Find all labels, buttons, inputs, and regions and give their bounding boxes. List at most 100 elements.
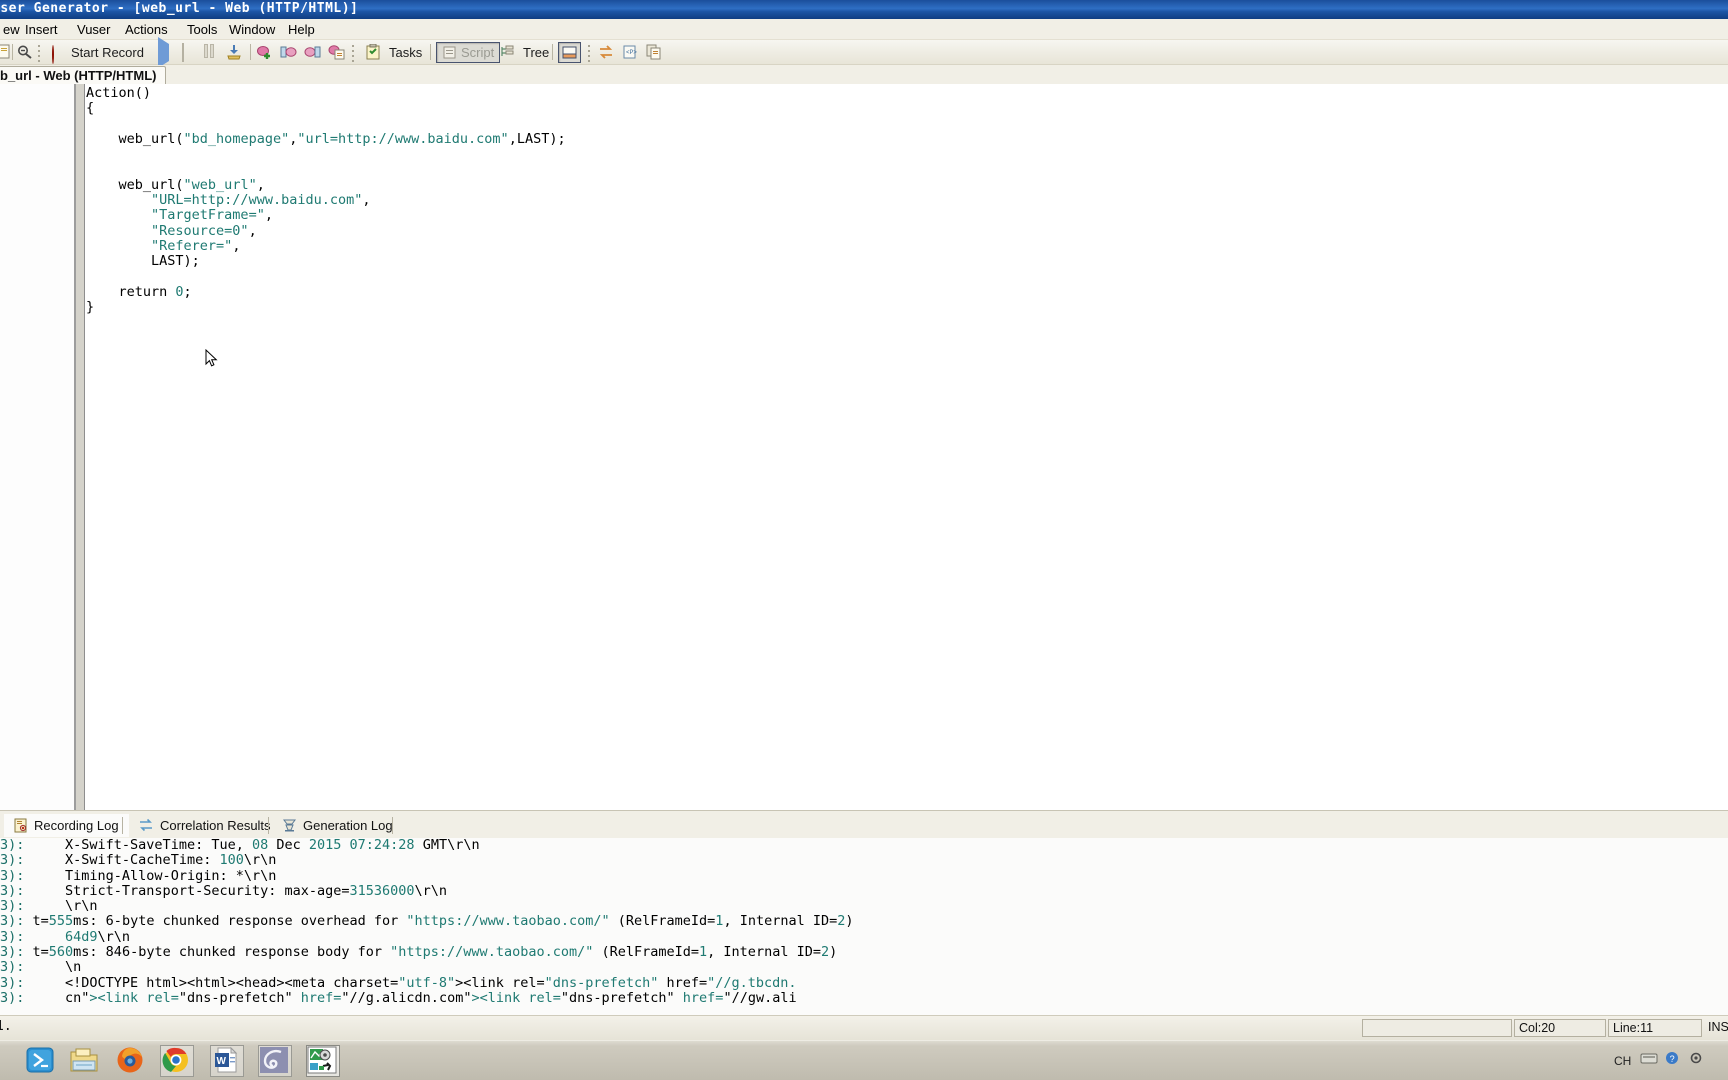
editor-divider-gutter xyxy=(84,84,85,810)
insert-start-transaction-button[interactable] xyxy=(280,42,298,63)
tree-view-toggle[interactable]: Tree xyxy=(500,42,549,63)
script-view-icon xyxy=(442,45,457,60)
title-bar: User Generator - [web_url - Web (HTTP/HT… xyxy=(0,0,1728,19)
menu-item-view[interactable]: ew xyxy=(0,21,23,38)
toolbar-separator-2 xyxy=(250,44,251,60)
taskbar-icon-powershell[interactable] xyxy=(24,1045,58,1077)
status-insert-mode: INS xyxy=(1708,1020,1728,1034)
copy-icon xyxy=(646,44,664,62)
start-record-button[interactable]: Start Record xyxy=(52,42,144,64)
text-line: "Referer=", xyxy=(151,237,241,254)
log-tab-generation-log[interactable]: Generation Log xyxy=(272,814,403,837)
tray-language-indicator[interactable]: CH xyxy=(1614,1054,1631,1068)
tasks-button[interactable]: Tasks xyxy=(366,42,422,63)
text-line: 3): X-Swift-CacheTime: 100\r\n xyxy=(0,852,277,869)
recording-log-icon xyxy=(14,818,28,833)
code-text[interactable]: Action(){ web_url("bd_homepage","url=htt… xyxy=(86,85,1728,810)
tray-help-icon[interactable]: ? xyxy=(1664,1051,1680,1068)
taskbar-icon-firefox[interactable] xyxy=(114,1045,148,1077)
taskbar-icon-microsoft-word[interactable]: W xyxy=(210,1045,244,1077)
menu-item-insert[interactable]: Insert xyxy=(22,21,61,38)
insert-start-transaction-icon xyxy=(280,44,298,62)
tray-keyboard-icon[interactable] xyxy=(1640,1051,1658,1068)
run-button[interactable] xyxy=(158,36,176,68)
taskbar-icon-vugen[interactable] xyxy=(306,1045,340,1077)
text-line: } xyxy=(86,299,95,316)
add-transaction-button[interactable] xyxy=(256,42,274,63)
log-text[interactable]: 3): X-Swift-SaveTime: Tue, 08 Dec 2015 0… xyxy=(0,838,1728,1015)
correlation-results-icon xyxy=(138,818,154,833)
parameter-icon: <P> xyxy=(622,44,640,62)
insert-end-transaction-button[interactable] xyxy=(304,42,322,63)
log-tab-label: Generation Log xyxy=(303,818,393,833)
status-left-text: 1. xyxy=(0,1019,12,1034)
text-line: LAST); xyxy=(86,253,200,270)
taskbar-icon-file-explorer[interactable] xyxy=(68,1045,102,1077)
taskbar-start-button[interactable] xyxy=(0,1045,24,1077)
start-record-label: Start Record xyxy=(71,45,144,60)
taskbar-icon-photoshop[interactable] xyxy=(258,1045,292,1077)
tree-view-label: Tree xyxy=(523,45,550,60)
split-view-toggle[interactable] xyxy=(558,42,581,63)
text-line: 3): \n xyxy=(0,959,82,976)
zoom-out-icon[interactable] xyxy=(16,42,34,63)
text-line: Action() xyxy=(86,85,152,101)
toolbar-separator xyxy=(12,44,13,60)
insert-comment-button[interactable] xyxy=(328,42,346,63)
text-line: "Resource=0", xyxy=(151,222,257,239)
script-view-label: Script xyxy=(461,45,495,60)
toolbar-grip-3[interactable] xyxy=(588,45,591,62)
insert-end-transaction-icon xyxy=(304,44,322,62)
text-line: 3): t=560ms: 846-byte chunked response b… xyxy=(0,944,838,961)
log-tab-label: Correlation Results xyxy=(160,818,271,833)
pause-icon xyxy=(204,43,222,62)
tray-settings-icon[interactable] xyxy=(1688,1051,1704,1068)
document-tab-web-url[interactable]: b_url - Web (HTTP/HTML) xyxy=(0,66,167,84)
parameter-button[interactable]: <P> xyxy=(622,42,640,63)
text-line xyxy=(86,147,1728,162)
pause-button[interactable] xyxy=(204,42,222,63)
output-log-panel: Recording Log Correlation Results Genera… xyxy=(0,810,1728,1015)
log-tab-correlation-results[interactable]: Correlation Results xyxy=(128,814,281,837)
text-line: "URL=http://www.baidu.com", xyxy=(151,192,371,209)
text-line: 3): cn"><link rel="dns-prefetch" href="/… xyxy=(0,989,797,1006)
script-view-toggle[interactable]: Script xyxy=(436,42,501,63)
download-snapshot-button[interactable] xyxy=(226,42,244,63)
swap-button[interactable] xyxy=(598,42,616,63)
status-line-indicator: Line:11 xyxy=(1608,1019,1702,1037)
stop-icon xyxy=(182,42,200,62)
menu-bar[interactable]: ew Insert Vuser Actions Tools Window Hel… xyxy=(0,19,1728,40)
tasks-icon xyxy=(366,43,384,62)
text-line xyxy=(86,270,1728,285)
record-icon xyxy=(52,44,66,64)
status-column-indicator: Col:20 xyxy=(1514,1019,1606,1037)
swap-icon xyxy=(598,44,616,62)
menu-item-help[interactable]: Help xyxy=(285,21,318,38)
menu-item-tools[interactable]: Tools xyxy=(184,21,220,38)
text-line xyxy=(86,117,1728,132)
script-editor[interactable]: Action(){ web_url("bd_homepage","url=htt… xyxy=(0,84,1728,810)
menu-item-window[interactable]: Window xyxy=(226,21,278,38)
stop-button[interactable] xyxy=(182,42,200,63)
toolbar-grip[interactable] xyxy=(38,45,41,62)
menu-item-vuser[interactable]: Vuser xyxy=(74,21,113,38)
add-transaction-icon xyxy=(256,44,274,62)
run-icon xyxy=(158,36,176,68)
text-line: web_url("web_url", xyxy=(86,176,265,193)
text-line: "TargetFrame=", xyxy=(151,207,273,224)
copy-button[interactable] xyxy=(646,42,664,63)
taskbar-icon-google-chrome[interactable] xyxy=(160,1045,194,1077)
text-line: web_url("bd_homepage","url=http://www.ba… xyxy=(86,130,566,147)
editor-gutter[interactable] xyxy=(76,84,84,810)
generation-log-icon xyxy=(282,818,297,833)
toolbar-grip-2[interactable] xyxy=(352,45,355,62)
log-tab-recording-log[interactable]: Recording Log xyxy=(4,814,129,837)
text-line: 3): X-Swift-SaveTime: Tue, 08 Dec 2015 0… xyxy=(0,838,480,853)
vugen-window: User Generator - [web_url - Web (HTTP/HT… xyxy=(0,0,1728,1080)
svg-text:<P>: <P> xyxy=(626,49,637,56)
menu-item-actions[interactable]: Actions xyxy=(122,21,171,38)
toolbar-separator-3 xyxy=(430,44,431,60)
svg-text:W: W xyxy=(217,1056,227,1067)
window-title: User Generator - [web_url - Web (HTTP/HT… xyxy=(0,1,359,16)
main-toolbar: Start Record Tasks Script Tree <P> xyxy=(0,36,1728,68)
